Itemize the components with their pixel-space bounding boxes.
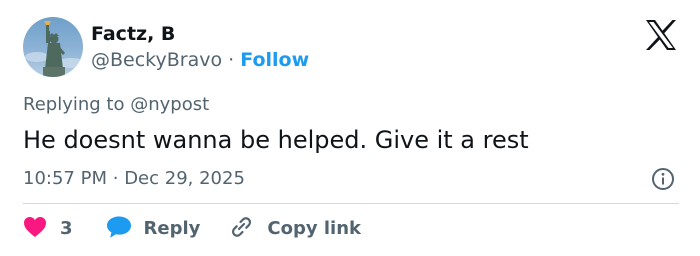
action-bar: 3 Reply Copy link	[23, 213, 361, 245]
link-icon	[228, 215, 254, 243]
heart-icon	[23, 216, 47, 242]
author-name[interactable]: Factz, B	[91, 21, 175, 47]
author-handle-line: @BeckyBravo · Follow	[91, 47, 309, 73]
follow-button[interactable]: Follow	[240, 49, 309, 71]
copy-link-label: Copy link	[267, 218, 361, 239]
reply-label: Reply	[143, 218, 201, 239]
reply-prefix: Replying to	[23, 94, 125, 115]
reply-button[interactable]: Reply	[106, 215, 201, 243]
speech-bubble-icon	[106, 215, 132, 243]
tweet-date: Dec 29, 2025	[124, 168, 245, 189]
separator-dot: ·	[228, 49, 235, 71]
like-button[interactable]: 3	[23, 216, 73, 242]
tweet-text: He doesnt wanna be helped. Give it a res…	[23, 126, 529, 154]
reply-mention[interactable]: @nypost	[130, 94, 209, 115]
author-handle[interactable]: @BeckyBravo	[91, 49, 222, 71]
reply-context: Replying to @nypost	[23, 92, 209, 118]
x-logo-icon[interactable]	[645, 20, 677, 50]
avatar[interactable]	[23, 17, 83, 77]
tweet-time: 10:57 PM	[23, 168, 107, 189]
info-icon[interactable]	[651, 167, 675, 191]
divider	[23, 203, 679, 204]
copy-link-button[interactable]: Copy link	[228, 215, 361, 243]
timestamp[interactable]: 10:57 PM · Dec 29, 2025	[23, 166, 245, 192]
like-count: 3	[60, 218, 73, 239]
separator-dot: ·	[112, 168, 119, 189]
tweet-card: Factz, B @BeckyBravo · Follow Replying t…	[0, 0, 700, 256]
